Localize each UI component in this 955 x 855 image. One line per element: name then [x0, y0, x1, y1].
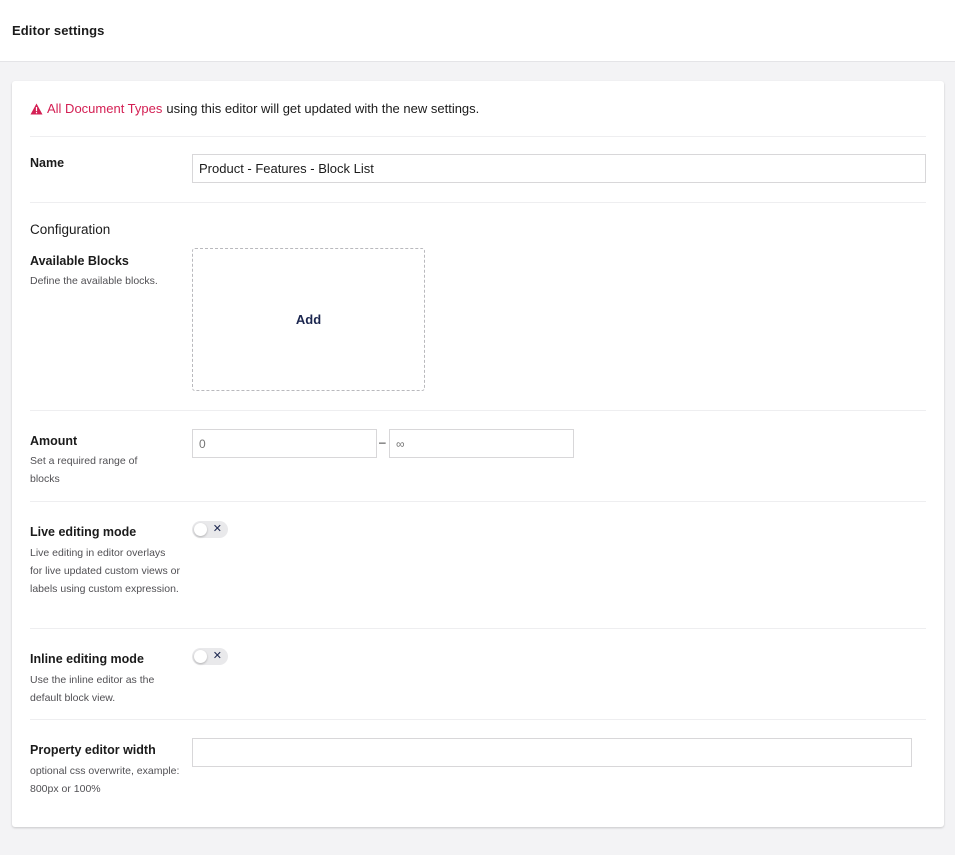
- live-editing-toggle[interactable]: ✕: [192, 521, 228, 538]
- name-input[interactable]: [192, 154, 926, 183]
- available-blocks-description: Define the available blocks.: [30, 275, 158, 287]
- live-editing-description: Live editing in editor overlays for live…: [30, 547, 180, 595]
- editor-header: Editor settings: [0, 0, 955, 62]
- close-icon: ✕: [212, 650, 222, 662]
- document-types-link[interactable]: All Document Types: [47, 101, 162, 116]
- configuration-heading: Configuration: [30, 222, 111, 237]
- amount-min-input[interactable]: [192, 429, 377, 458]
- property-editor-width-label: Property editor width: [30, 743, 156, 757]
- inline-editing-description: Use the inline editor as the default blo…: [30, 674, 155, 704]
- inline-editing-row: Inline editing mode Use the inline edito…: [30, 629, 926, 720]
- inline-editing-toggle[interactable]: ✕: [192, 648, 228, 665]
- alert-triangle-icon: [30, 102, 44, 116]
- update-notice: All Document Types using this editor wil…: [30, 81, 926, 137]
- close-icon: ✕: [212, 523, 222, 535]
- name-label: Name: [30, 156, 65, 170]
- amount-label: Amount: [30, 434, 78, 448]
- available-blocks-label: Available Blocks: [30, 254, 129, 268]
- page-title: Editor settings: [12, 23, 105, 38]
- amount-range-separator: –: [379, 435, 386, 449]
- name-row: Name: [30, 137, 926, 203]
- available-blocks-row: Configuration Available Blocks Define th…: [30, 203, 926, 411]
- amount-max-input[interactable]: [389, 429, 574, 458]
- inline-editing-label: Inline editing mode: [30, 652, 144, 666]
- property-editor-width-input[interactable]: [192, 738, 912, 767]
- add-block-label: Add: [295, 312, 322, 327]
- property-editor-width-row: Property editor width optional css overw…: [30, 720, 926, 826]
- toggle-knob: [194, 523, 207, 536]
- property-editor-width-description: optional css overwrite, example: 800px o…: [30, 765, 180, 795]
- toggle-knob: [194, 650, 207, 663]
- live-editing-row: Live editing mode Live editing in editor…: [30, 502, 926, 629]
- settings-panel: All Document Types using this editor wil…: [12, 81, 944, 827]
- add-block-button[interactable]: Add: [192, 248, 425, 391]
- amount-row: Amount Set a required range of blocks –: [30, 411, 926, 502]
- notice-text: using this editor will get updated with …: [166, 101, 480, 116]
- amount-description: Set a required range of blocks: [30, 455, 138, 485]
- live-editing-label: Live editing mode: [30, 525, 137, 539]
